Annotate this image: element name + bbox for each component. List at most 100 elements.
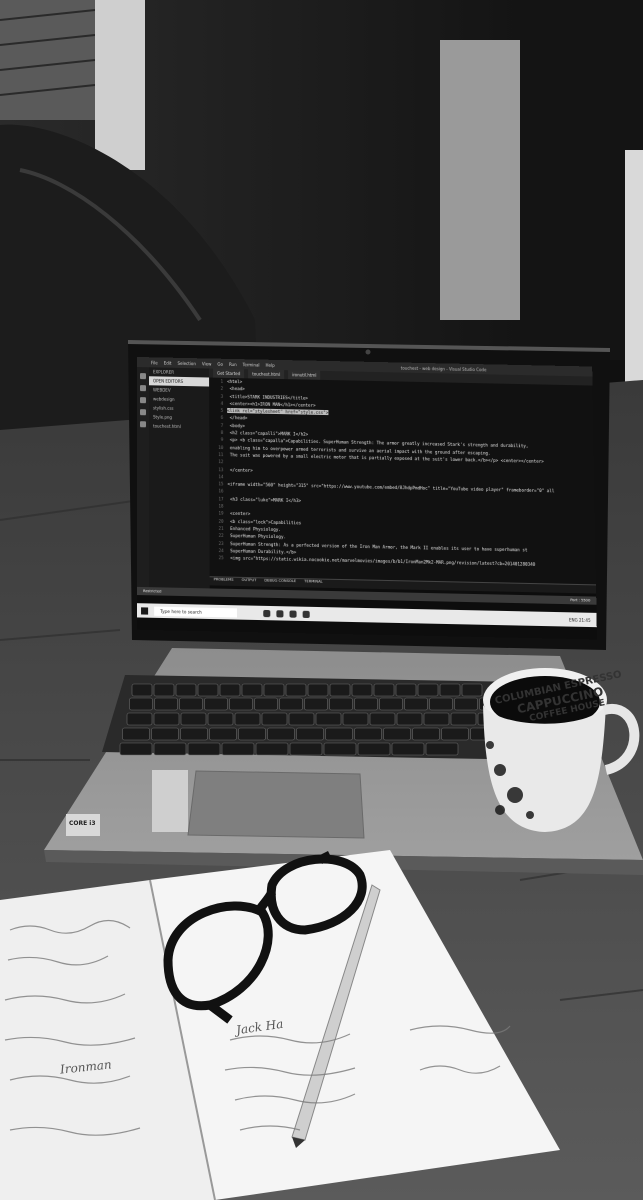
keyboard-key[interactable] [285, 683, 307, 697]
status-left[interactable]: Restricted [143, 589, 161, 593]
keyboard-key[interactable] [238, 727, 266, 741]
keyboard-key[interactable] [351, 683, 373, 697]
keyboard-key[interactable] [373, 683, 395, 697]
wall-panel [625, 150, 643, 390]
system-tray: ENG 21:45 [568, 616, 591, 623]
keyboard-key[interactable] [131, 683, 153, 697]
keyboard-key[interactable] [179, 697, 203, 711]
keyboard-key[interactable] [119, 742, 153, 756]
search-icon[interactable] [140, 385, 147, 392]
keyboard-key[interactable] [187, 742, 221, 756]
shelf-opening [440, 40, 530, 320]
tab-problems[interactable]: PROBLEMS [214, 577, 234, 586]
taskbar-icons [263, 609, 310, 618]
explorer-panel: EXPLORER OPEN EDITORS WEBDEV webdesign s… [149, 367, 210, 589]
keyboard-key[interactable] [151, 727, 179, 741]
menu-run[interactable]: Run [229, 361, 237, 366]
keyboard-key[interactable] [342, 712, 369, 726]
browser-icon[interactable] [289, 609, 297, 618]
keyboard-key[interactable] [254, 697, 278, 711]
keyboard-key[interactable] [204, 697, 228, 711]
status-right[interactable]: Port : 5500 [570, 598, 590, 602]
keyboard-key[interactable] [209, 727, 237, 741]
keyboard-key[interactable] [296, 727, 324, 741]
keyboard-key[interactable] [207, 712, 234, 726]
keyboard-key[interactable] [234, 712, 261, 726]
keyboard-key[interactable] [450, 712, 477, 726]
keyboard-key[interactable] [417, 683, 439, 697]
code-editor[interactable]: 1 <html> 2 <head> 3 <title>STARK INDUSTRIES… [209, 377, 597, 594]
menu-view[interactable]: View [202, 361, 212, 366]
menu-file[interactable]: File [151, 360, 158, 365]
keyboard-key[interactable] [329, 683, 351, 697]
menu-terminal[interactable]: Terminal [243, 362, 260, 367]
windows-start-icon[interactable] [141, 606, 149, 615]
keyboard-key[interactable] [154, 697, 178, 711]
keyboard-key[interactable] [412, 727, 440, 741]
menu-help[interactable]: Help [266, 362, 275, 367]
vscode-icon[interactable] [302, 610, 310, 618]
explorer-item[interactable]: touchest.html [149, 421, 209, 431]
keyboard-key[interactable] [423, 712, 450, 726]
keyboard-key[interactable] [180, 727, 208, 741]
keyboard-key[interactable] [323, 742, 357, 756]
keyboard-key[interactable] [197, 683, 219, 697]
keyboard-key[interactable] [229, 697, 253, 711]
keyboard-key[interactable] [396, 712, 423, 726]
keyboard-key[interactable] [379, 697, 403, 711]
keyboard-key[interactable] [461, 683, 483, 697]
keyboard-key[interactable] [175, 683, 197, 697]
keyboard-key[interactable] [267, 727, 295, 741]
keyboard-key[interactable] [255, 742, 289, 756]
keyboard-key[interactable] [425, 742, 459, 756]
keyboard-key[interactable] [383, 727, 411, 741]
keyboard-key[interactable] [454, 697, 478, 711]
keyboard-key[interactable] [354, 697, 378, 711]
keyboard-key[interactable] [219, 683, 241, 697]
taskbar-search[interactable]: Type here to search [154, 606, 237, 618]
keyboard-key[interactable] [153, 742, 187, 756]
explorer-icon[interactable] [276, 609, 284, 617]
keyboard-key[interactable] [129, 697, 153, 711]
files-icon[interactable] [140, 373, 147, 380]
note-text: Jack Ha [235, 1016, 285, 1038]
keyboard-key[interactable] [304, 697, 328, 711]
tab-debug-console[interactable]: DEBUG CONSOLE [264, 578, 296, 587]
keyboard-key[interactable] [153, 712, 180, 726]
keyboard-key[interactable] [329, 697, 353, 711]
keyboard-key[interactable] [263, 683, 285, 697]
keyboard-key[interactable] [279, 697, 303, 711]
keyboard-key[interactable] [221, 742, 255, 756]
spec-sticker [152, 770, 188, 832]
keyboard-key[interactable] [391, 742, 425, 756]
keyboard-key[interactable] [404, 697, 428, 711]
keyboard-key[interactable] [180, 712, 207, 726]
extensions-icon[interactable] [140, 421, 147, 428]
keyboard-key[interactable] [429, 697, 453, 711]
keyboard-key[interactable] [288, 712, 315, 726]
keyboard-key[interactable] [241, 683, 263, 697]
debug-icon[interactable] [140, 409, 147, 416]
keyboard-key[interactable] [126, 712, 153, 726]
keyboard-key[interactable] [261, 712, 288, 726]
menu-selection[interactable]: Selection [177, 360, 195, 365]
menu-go[interactable]: Go [217, 361, 223, 366]
keyboard-key[interactable] [439, 683, 461, 697]
keyboard-key[interactable] [357, 742, 391, 756]
keyboard-key[interactable] [325, 727, 353, 741]
keyboard-key[interactable] [369, 712, 396, 726]
keyboard-key[interactable] [395, 683, 417, 697]
menu-edit[interactable]: Edit [164, 360, 172, 365]
laptop-screen: File Edit Selection View Go Run Terminal… [137, 357, 597, 640]
keyboard-key[interactable] [354, 727, 382, 741]
tab-output[interactable]: OUTPUT [242, 578, 257, 586]
keyboard-key[interactable] [315, 712, 342, 726]
keyboard-key[interactable] [307, 683, 329, 697]
tab-terminal[interactable]: TERMINAL [304, 579, 322, 588]
keyboard-key[interactable] [153, 683, 175, 697]
source-control-icon[interactable] [140, 397, 147, 404]
keyboard-key[interactable] [122, 727, 150, 741]
keyboard-key[interactable] [289, 742, 323, 756]
keyboard-key[interactable] [441, 727, 469, 741]
task-view-icon[interactable] [263, 609, 271, 617]
